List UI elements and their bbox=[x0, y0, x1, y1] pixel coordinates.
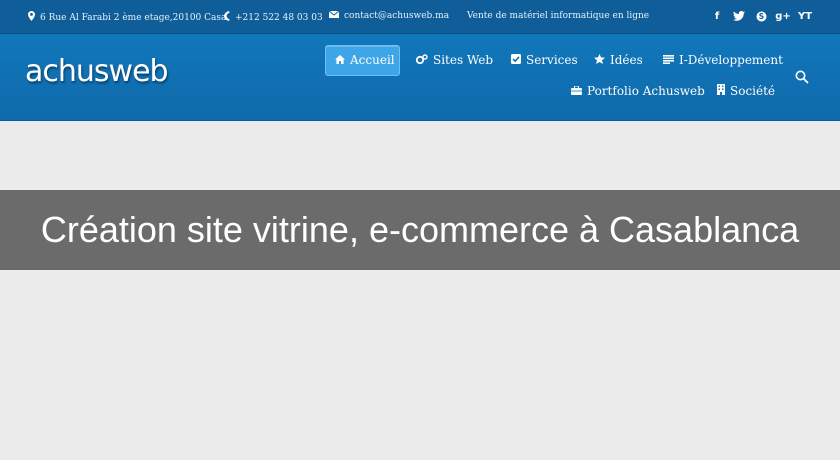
site-header: achusweb Accueil Sites Web Services Idée… bbox=[0, 34, 840, 121]
nav-item-sites-web[interactable]: Sites Web bbox=[407, 46, 502, 75]
phone-info: +212 522 48 03 03 bbox=[224, 11, 323, 24]
nav-label: I-Développement bbox=[679, 53, 783, 67]
nav-label: Sites Web bbox=[433, 53, 494, 67]
page-title: Création site vitrine, e-commerce à Casa… bbox=[40, 209, 800, 250]
email-info: contact@achusweb.ma bbox=[328, 10, 449, 21]
hero-banner: Création site vitrine, e-commerce à Casa… bbox=[0, 190, 840, 270]
nav-item-societe[interactable]: Société bbox=[708, 77, 784, 106]
tagline-info: Vente de matériel informatique en ligne bbox=[467, 11, 649, 21]
briefcase-icon bbox=[571, 77, 582, 106]
phone-text[interactable]: +212 522 48 03 03 bbox=[235, 13, 323, 23]
home-icon bbox=[335, 46, 345, 75]
skype-icon[interactable]: S bbox=[750, 9, 772, 25]
nav-item-services[interactable]: Services bbox=[502, 46, 587, 75]
map-marker-icon bbox=[28, 11, 35, 24]
envelope-icon bbox=[328, 10, 340, 21]
nav-label: Portfolio Achusweb bbox=[587, 84, 705, 98]
phone-icon bbox=[224, 11, 230, 24]
top-info-bar: 6 Rue Al Farabi 2 ème etage,20100 Casa. … bbox=[0, 0, 840, 34]
nav-item-i-developpement[interactable]: I-Développement bbox=[654, 46, 792, 75]
social-links: f S g+ YT bbox=[706, 9, 816, 25]
checkbox-icon bbox=[511, 46, 521, 75]
nav-item-accueil[interactable]: Accueil bbox=[325, 45, 400, 76]
list-icon bbox=[663, 46, 674, 75]
yt-icon[interactable]: YT bbox=[794, 9, 816, 25]
building-icon bbox=[717, 77, 725, 106]
facebook-icon[interactable]: f bbox=[706, 9, 728, 25]
nav-label: Société bbox=[730, 84, 776, 98]
nav-item-portfolio-achusweb[interactable]: Portfolio Achusweb bbox=[562, 77, 714, 106]
nav-item-idees[interactable]: Idées bbox=[585, 46, 652, 75]
twitter-icon[interactable] bbox=[728, 9, 750, 25]
nav-label: Accueil bbox=[350, 53, 395, 67]
tagline-text: Vente de matériel informatique en ligne bbox=[467, 11, 650, 21]
search-icon[interactable] bbox=[795, 69, 809, 84]
cogs-icon bbox=[415, 46, 428, 75]
address-info: 6 Rue Al Farabi 2 ème etage,20100 Casa. bbox=[28, 11, 229, 24]
address-text: 6 Rue Al Farabi 2 ème etage,20100 Casa. bbox=[40, 12, 230, 23]
svg-text:S: S bbox=[758, 12, 763, 21]
star-icon bbox=[594, 46, 605, 75]
email-link[interactable]: contact@achusweb.ma bbox=[344, 11, 449, 21]
google-plus-icon[interactable]: g+ bbox=[772, 9, 794, 25]
site-logo[interactable]: achusweb bbox=[25, 54, 169, 89]
nav-label: Idées bbox=[610, 53, 643, 67]
nav-label: Services bbox=[526, 53, 578, 67]
